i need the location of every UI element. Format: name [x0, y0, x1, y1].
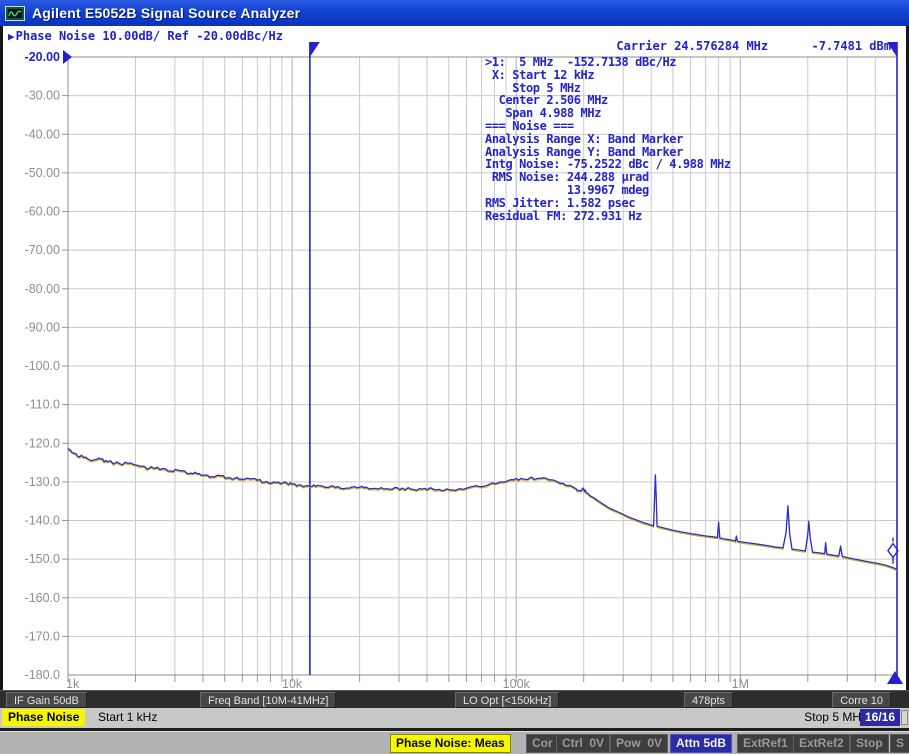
taskbar-item-ctrl-voltage[interactable]: Ctrl 0V — [556, 734, 610, 753]
y-axis-tick-label: -60.00 — [25, 205, 60, 219]
correlation-status[interactable]: Corre 10 — [832, 692, 891, 708]
window-title: Agilent E5052B Signal Source Analyzer — [32, 5, 300, 21]
y-axis-tick-label: -170.0 — [25, 629, 60, 643]
stimulus-marker-icon — [887, 671, 903, 684]
sweep-stop-label: Stop 5 MHz — [804, 710, 867, 724]
taskbar-item-stop[interactable]: Stop — [850, 734, 889, 753]
carrier-power: -7.7481 dBm — [811, 39, 890, 53]
y-axis-tick-label: -70.00 — [25, 243, 60, 257]
measurement-status-bar: IF Gain 50dB Freq Band [10M-41MHz] LO Op… — [0, 690, 909, 708]
phase-noise-trace — [68, 448, 897, 569]
taskbar-item-extref1[interactable]: ExtRef1 — [737, 734, 794, 753]
marker-info-readout[interactable]: >1: 5 MHz -152.7138 dBc/Hz X: Start 12 k… — [485, 56, 731, 222]
y-axis-tick-label: -110.0 — [25, 398, 60, 412]
y-axis-tick-label: -150.0 — [25, 552, 60, 566]
active-measurement-badge[interactable]: Phase Noise — [2, 709, 85, 726]
marker-info-line: Analysis Range X: Band Marker — [485, 133, 731, 146]
title-bar: Agilent E5052B Signal Source Analyzer — [0, 0, 909, 26]
y-axis-tick-label: -40.00 — [25, 127, 60, 141]
x-axis-tick-label: 1k — [66, 677, 80, 690]
marker-info-line: 13.9967 mdeg — [485, 184, 731, 197]
y-axis-tick-label: -80.00 — [25, 282, 60, 296]
x-axis-tick-label: 100k — [503, 677, 531, 690]
y-axis-tick-label: -140.0 — [25, 514, 60, 528]
sweep-status-bar: Phase Noise Start 1 kHz Stop 5 MHz 16/16 — [0, 708, 909, 728]
y-axis-tick-label: -160.0 — [25, 591, 60, 605]
if-gain-status[interactable]: IF Gain 50dB — [6, 692, 87, 708]
instrument-taskbar: Phase Noise: Meas Cor Ctrl 0V Pow 0V Att… — [0, 731, 909, 754]
taskbar-item-attenuator[interactable]: Attn 5dB — [670, 734, 732, 753]
y-axis-tick-label: -180.0 — [25, 668, 60, 682]
taskbar-item-cor[interactable]: Cor — [526, 734, 559, 753]
marker-info-line: RMS Jitter: 1.582 psec — [485, 197, 731, 210]
phase-noise-plot[interactable]: -20.00-30.00-40.00-50.00-60.00-70.00-80.… — [0, 26, 909, 690]
y-axis-tick-label: -50.00 — [25, 166, 60, 180]
x-axis-tick-label: 10k — [282, 677, 303, 690]
marker-info-line: Residual FM: 272.931 Hz — [485, 210, 731, 223]
freq-band-status[interactable]: Freq Band [10M-41MHz] — [200, 692, 336, 708]
y-axis-tick-label: -100.0 — [25, 359, 60, 373]
sweep-count-badge: 16/16 — [860, 709, 900, 726]
y-axis-tick-label: -90.00 — [25, 320, 60, 334]
sweep-start-label: Start 1 kHz — [98, 710, 157, 724]
memory-trace — [68, 450, 897, 571]
marker-info-line: >1: 5 MHz -152.7138 dBc/Hz — [485, 56, 731, 69]
app-icon — [5, 6, 25, 21]
taskbar-item-power-voltage[interactable]: Pow 0V — [610, 734, 668, 753]
lo-opt-status[interactable]: LO Opt [<150kHz] — [455, 692, 559, 708]
y-axis-tick-label: -30.00 — [25, 89, 60, 103]
carrier-readout: Carrier 24.576284 MHz -7.7481 dBm◥ — [3, 39, 897, 53]
marker-flag-icon: ◥ — [891, 42, 897, 53]
y-axis-tick-label: -120.0 — [25, 436, 60, 450]
resize-corner — [901, 710, 908, 725]
carrier-frequency: Carrier 24.576284 MHz — [616, 39, 768, 53]
marker-info-line: === Noise === — [485, 120, 731, 133]
y-axis-tick-label: -130.0 — [25, 475, 60, 489]
taskbar-item-truncated[interactable]: S — [890, 734, 909, 753]
taskbar-item-extref2[interactable]: ExtRef2 — [793, 734, 850, 753]
x-axis-tick-label: 1M — [732, 677, 749, 690]
points-status[interactable]: 478pts — [684, 692, 733, 708]
instrument-screen: Agilent E5052B Signal Source Analyzer -2… — [0, 0, 909, 754]
marker-info-line: X: Start 12 kHz — [485, 69, 731, 82]
chart-window: -20.00-30.00-40.00-50.00-60.00-70.00-80.… — [0, 26, 909, 690]
taskbar-item-measurement[interactable]: Phase Noise: Meas — [390, 734, 511, 753]
